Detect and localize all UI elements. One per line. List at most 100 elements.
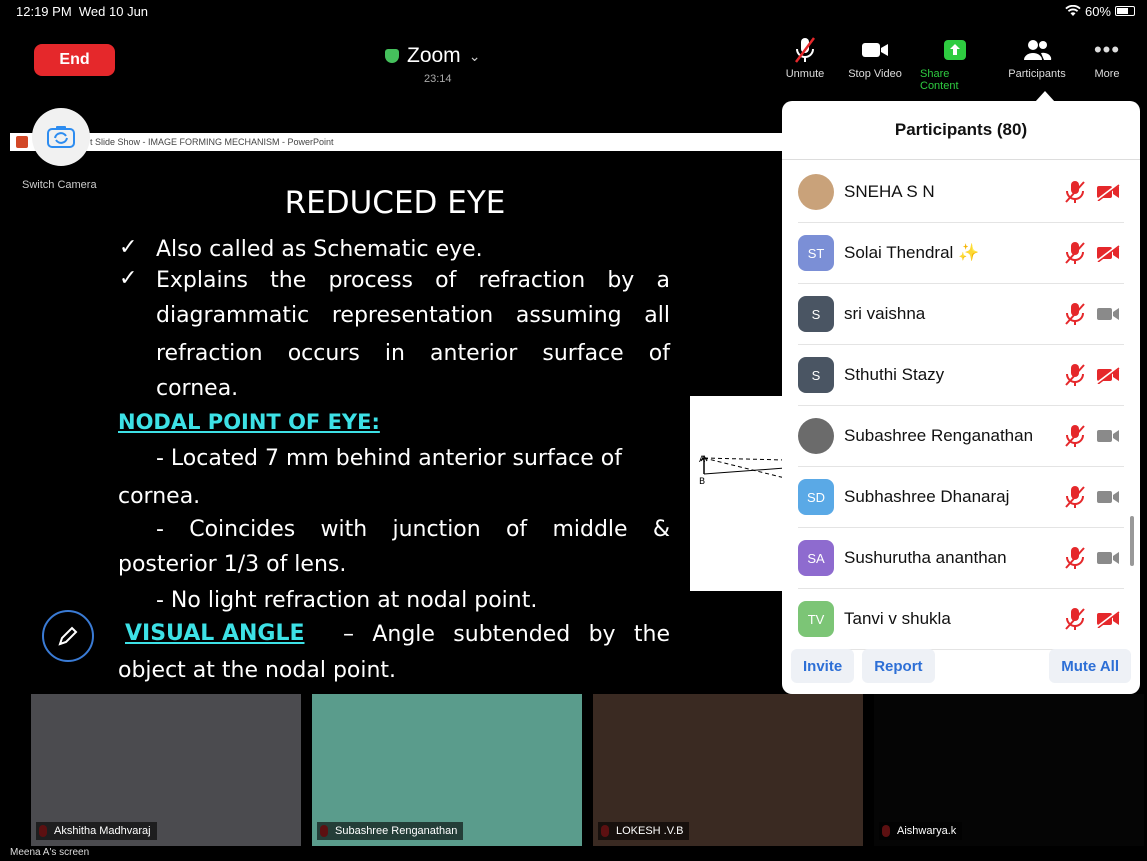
slide-bullet-2-line-1: Explains the process of refraction by a <box>156 268 670 293</box>
avatar: SA <box>798 540 834 576</box>
checkmark-icon: ✓ <box>119 234 138 259</box>
more-icon: ••• <box>1093 37 1121 62</box>
panel-footer: Invite Report Mute All <box>782 638 1140 694</box>
stop-video-button[interactable]: Stop Video <box>844 36 906 92</box>
unmute-label: Unmute <box>785 68 825 80</box>
video-off-icon <box>1096 610 1120 628</box>
share-content-button[interactable]: Share Content <box>920 36 990 92</box>
video-icon <box>1097 430 1119 442</box>
participant-row[interactable]: SA Sushurutha ananthan <box>798 528 1124 589</box>
scrollbar[interactable] <box>1130 516 1134 566</box>
nodal-point-line-4: posterior 1/3 of lens. <box>118 552 347 577</box>
slide-title: REDUCED EYE <box>284 185 506 221</box>
video-off-icon <box>1096 183 1120 201</box>
powerpoint-icon <box>16 136 28 148</box>
status-time-date: 12:19 PM Wed 10 Jun <box>16 4 148 19</box>
meeting-timer: 23:14 <box>424 73 452 85</box>
participant-status-icons <box>1064 180 1120 204</box>
participant-row[interactable]: SNEHA S N <box>798 162 1124 223</box>
mic-muted-icon <box>1065 608 1085 630</box>
video-tile-name: Subashree Renganathan <box>317 822 464 840</box>
participant-row[interactable]: Subashree Renganathan <box>798 406 1124 467</box>
video-tile-name: Akshitha Madhvaraj <box>36 822 157 840</box>
battery-icon <box>1115 6 1135 16</box>
nodal-point-line-2: cornea. <box>118 484 201 509</box>
participant-name: sri vaishna <box>844 304 926 323</box>
video-icon <box>1097 552 1119 564</box>
nodal-point-heading: NODAL POINT OF EYE: <box>118 410 380 434</box>
participants-icon <box>1024 40 1052 60</box>
participant-row[interactable]: SD Subhashree Dhanaraj <box>798 467 1124 528</box>
nodal-point-line-3: - Coincides with junction of middle & <box>156 517 670 542</box>
participant-row[interactable]: S Sthuthi Stazy <box>798 345 1124 406</box>
status-time: 12:19 PM <box>16 3 72 19</box>
participant-status-icons <box>1064 302 1120 326</box>
participant-name: Tanvi v shukla <box>844 609 951 628</box>
switch-camera-label: Switch Camera <box>22 179 97 191</box>
video-tile-name: LOKESH .V.B <box>598 822 690 840</box>
invite-button[interactable]: Invite <box>791 649 855 683</box>
participant-name: Subashree Renganathan <box>844 426 1034 445</box>
slide-bullet-2-line-2: diagrammatic representation assuming all <box>156 303 670 328</box>
nodal-point-line-5: - No light refraction at nodal point. <box>156 588 538 613</box>
diagram-label-a: A <box>699 455 706 465</box>
diagram-label-b: B <box>699 477 705 487</box>
stop-video-label: Stop Video <box>848 68 902 80</box>
avatar: ST <box>798 235 834 271</box>
share-content-label: Share Content <box>920 68 959 92</box>
video-off-icon <box>1096 366 1120 384</box>
video-tile[interactable]: Akshitha Madhvaraj <box>31 694 301 846</box>
participant-status-icons <box>1064 424 1120 448</box>
shield-icon <box>385 49 399 63</box>
status-bar: 12:19 PM Wed 10 Jun 60% <box>0 0 1147 22</box>
video-tile-name: Aishwarya.k <box>879 822 963 840</box>
visual-angle-line-2: object at the nodal point. <box>118 658 397 683</box>
ray-diagram: A B <box>699 454 786 487</box>
status-right: 60% <box>1065 4 1135 19</box>
video-tile[interactable]: Subashree Renganathan <box>312 694 582 846</box>
avatar: TV <box>798 601 834 637</box>
slide-bullet-2-line-4: cornea. <box>156 376 239 401</box>
participants-button[interactable]: Participants <box>1004 36 1070 92</box>
avatar: S <box>798 296 834 332</box>
mic-muted-icon <box>1065 547 1085 569</box>
mic-muted-icon <box>1065 486 1085 508</box>
more-button[interactable]: ••• More <box>1090 36 1124 92</box>
participant-name: Sthuthi Stazy <box>844 365 945 384</box>
video-tile[interactable]: Aishwarya.k <box>874 694 1144 846</box>
switch-camera-icon <box>47 126 75 148</box>
participant-status-icons <box>1064 546 1120 570</box>
slide-diagram: A B <box>690 396 786 591</box>
video-off-icon <box>1096 244 1120 262</box>
meeting-title-button[interactable]: Zoom ⌄ <box>385 44 480 68</box>
battery-percent: 60% <box>1084 3 1111 19</box>
wifi-icon <box>1065 5 1081 16</box>
mic-muted-icon <box>1065 364 1085 386</box>
meeting-toolbar: Unmute Stop Video Share Content Particip… <box>780 36 1138 92</box>
avatar <box>798 174 834 210</box>
slide-bullet-2-line-3: refraction occurs in anterior surface of <box>156 341 670 366</box>
meeting-name: Zoom <box>407 44 461 67</box>
switch-camera-button[interactable] <box>32 108 90 166</box>
participant-row[interactable]: Ssri vaishna <box>798 284 1124 345</box>
video-icon <box>862 43 888 57</box>
avatar: S <box>798 357 834 393</box>
video-tile[interactable]: LOKESH .V.B <box>593 694 863 846</box>
participants-panel: Participants (80) SNEHA S N ST Solai Thend… <box>782 101 1140 694</box>
annotate-button[interactable] <box>42 610 94 662</box>
share-icon <box>944 40 966 60</box>
screen-owner-label: Meena A's screen <box>10 847 90 858</box>
report-button[interactable]: Report <box>862 649 935 683</box>
mic-muted-icon <box>1065 425 1085 447</box>
participants-title: Participants (80) <box>782 101 1140 160</box>
participant-name: Solai Thendral ✨ <box>844 243 980 262</box>
unmute-button[interactable]: Unmute <box>780 36 830 92</box>
visual-angle-heading: VISUAL ANGLE <box>125 621 305 646</box>
more-label: More <box>1094 68 1120 80</box>
mute-all-button[interactable]: Mute All <box>1049 649 1131 683</box>
participant-row[interactable]: ST Solai Thendral ✨ <box>798 223 1124 284</box>
status-date: Wed 10 Jun <box>78 3 149 19</box>
mic-muted-icon <box>1065 181 1085 203</box>
participants-label: Participants <box>1008 68 1066 80</box>
end-meeting-button[interactable]: End <box>34 44 115 76</box>
